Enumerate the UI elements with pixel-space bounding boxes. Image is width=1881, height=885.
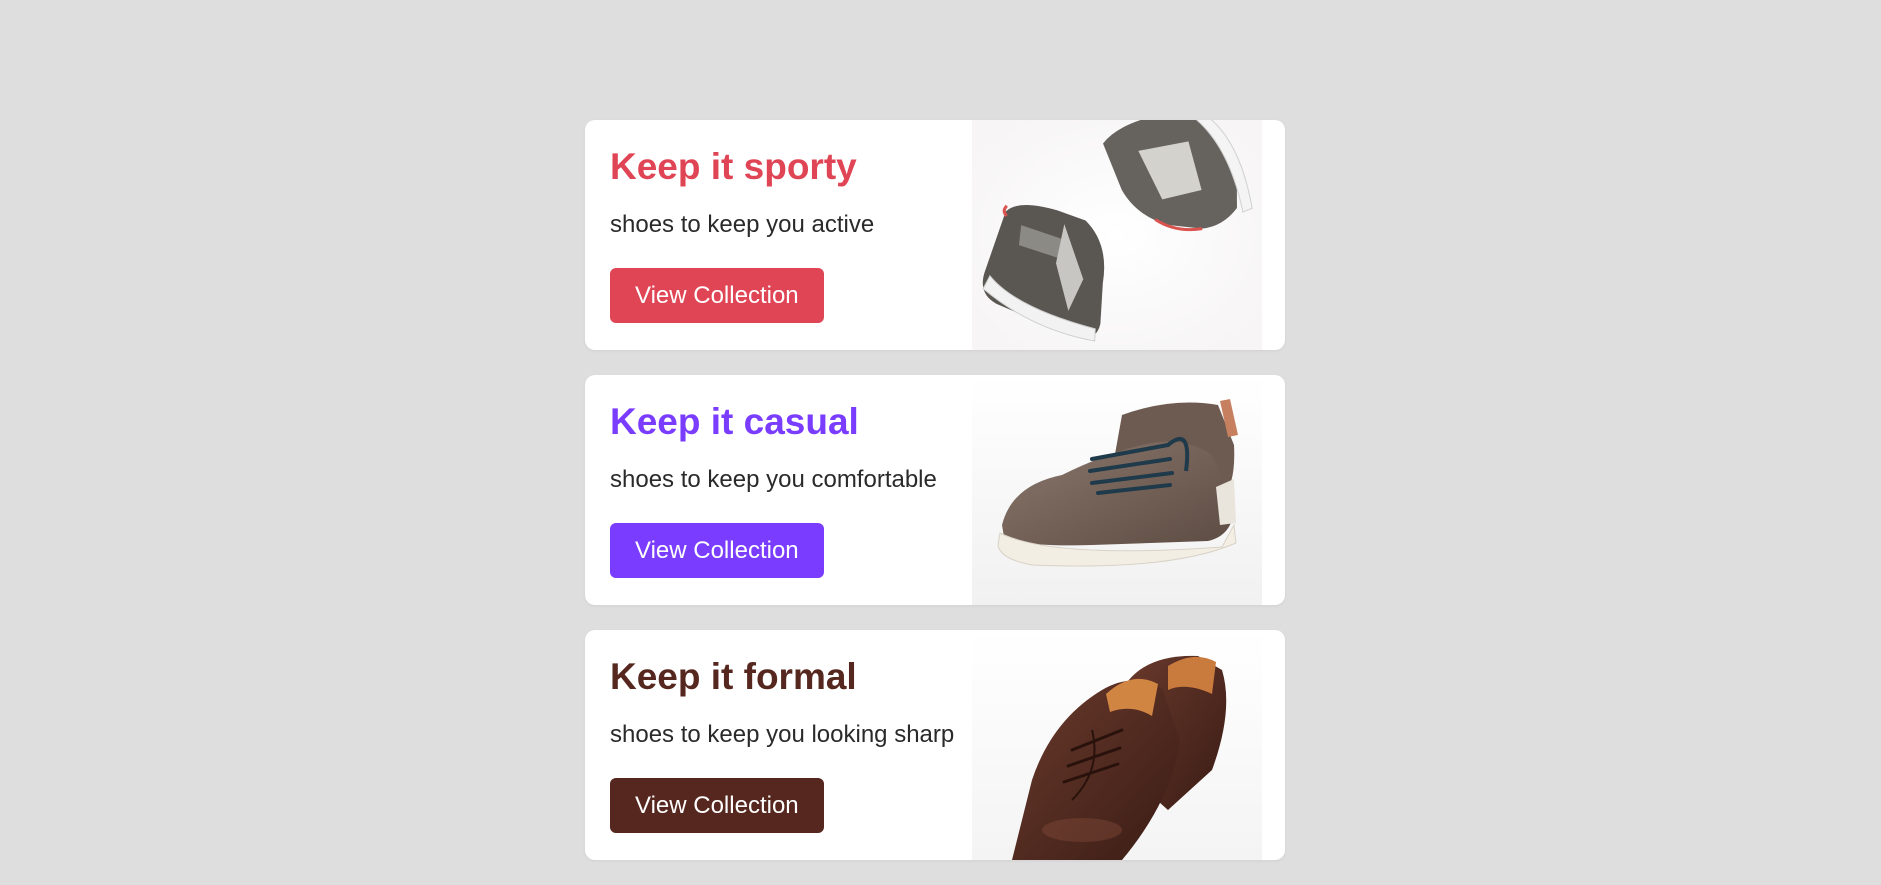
formal-shoes-image [972,630,1262,860]
card-subtitle: shoes to keep you active [610,211,875,238]
card-text: Keep it sporty shoes to keep you active … [610,148,874,323]
card-text: Keep it formal shoes to keep you looking… [610,658,954,833]
view-collection-button[interactable]: View Collection [610,522,824,578]
view-collection-button[interactable]: View Collection [610,777,824,833]
view-collection-button[interactable]: View Collection [610,267,824,323]
casual-shoe-image [972,375,1262,605]
card-subtitle: shoes to keep you looking sharp [610,721,955,748]
card-subtitle: shoes to keep you comfortable [610,466,937,493]
card-title: Keep it formal [610,656,857,697]
card-title: Keep it sporty [610,146,857,187]
card-formal: Keep it formal shoes to keep you looking… [585,630,1285,860]
card-text: Keep it casual shoes to keep you comfort… [610,403,937,578]
card-sporty: Keep it sporty shoes to keep you active … [585,120,1285,350]
card-casual: Keep it casual shoes to keep you comfort… [585,375,1285,605]
card-title: Keep it casual [610,401,859,442]
collection-cards: Keep it sporty shoes to keep you active … [585,120,1285,885]
sneakers-image [972,120,1262,350]
